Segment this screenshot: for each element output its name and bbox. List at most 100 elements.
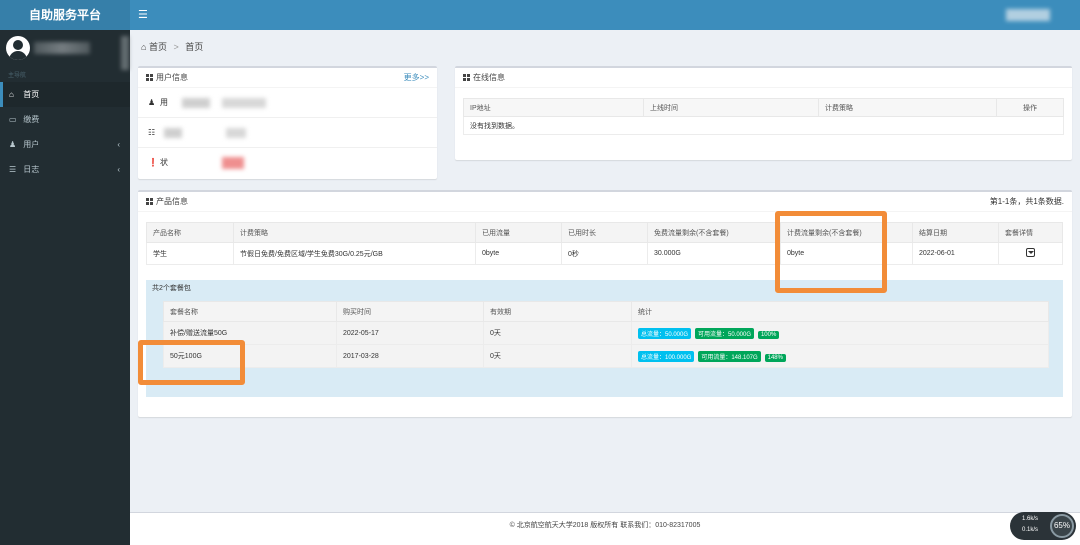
table-cell: 总流量：50.000G 可用流量：50.000G 100% [631,321,1049,345]
breadcrumb-separator: > [173,42,179,52]
highlight-annotation [138,340,245,385]
sidebar-item-home[interactable]: ⌂ 首页 [0,82,130,107]
package-count: 共2个套餐包 [152,285,191,292]
table-row: 50元100G 2017-03-28 0天 总流量：100.000G 可用流量：… [163,344,1049,368]
footer: © 北京航空航天大学2018 版权所有 联系我们：010-82317005 [130,512,1080,545]
box-title: 用户信息 [156,73,188,82]
app-title[interactable]: 自助服务平台 [0,0,130,30]
online-info-box: 在线信息 IP地址 上线时间 计费策略 操作 没有找到数据。 [455,66,1072,160]
info-icon: ❗ [148,158,158,167]
column-header: 统计 [631,301,1049,322]
column-header[interactable]: 购买时间 [336,301,484,322]
result-summary: 第1-1条，共1条数据. [989,197,1064,206]
sidebar-item-payment[interactable]: ▭ 缴费 [0,107,130,132]
column-header[interactable]: 套餐名称 [163,301,337,322]
table-cell: 2017-03-28 [336,344,484,368]
breadcrumb-home[interactable]: 首页 [149,42,167,52]
chevron-left-icon: ‹ [117,140,120,149]
column-header[interactable]: 有效期 [483,301,632,322]
table-cell: 学生 [146,242,234,265]
column-header: 操作 [996,98,1064,117]
online-table: IP地址 上线时间 计费策略 操作 没有找到数据。 [463,98,1064,135]
column-header[interactable]: 免费流量剩余(不含套餐) [647,222,781,243]
blurred-value [222,98,266,108]
sidebar-item-label: 缴费 [23,115,40,124]
table-cell: 0天 [483,344,632,368]
blurred-username [34,42,90,54]
online-info-header: 在线信息 [455,68,1072,88]
grid-icon [463,74,470,81]
chevron-left-icon: ‹ [117,165,120,174]
blurred-region [121,36,129,70]
sidebar: 自助服务平台 主导航 ⌂ 首页 ▭ 缴费 ♟ 用户 ‹ ☰ 日志 ‹ [0,0,130,545]
column-header[interactable]: 上线时间 [643,98,819,117]
sidebar-section-label: 主导航 [8,73,27,79]
available-traffic-badge: 可用流量：148.107G [698,350,761,362]
product-info-header: 产品信息 第1-1条，共1条数据. [138,192,1072,212]
table-cell [998,242,1063,265]
user-icon: ♟ [148,98,156,107]
list-icon: ☷ [148,128,156,137]
column-header[interactable]: 结算日期 [912,222,999,243]
table-row: 学生 节假日免费/免费区域/学生免费30G/0.25元/GB 0byte 0秒 … [146,242,1063,265]
user-info-row: ♟ 用 [138,88,437,118]
breadcrumb: ⌂ 首页 > 首页 [141,40,203,53]
home-icon: ⌂ [9,90,14,99]
more-link[interactable]: 更多>> [404,68,429,88]
package-table-wrap: 套餐名称 购买时间 有效期 统计 补偿/赠送流量50G 2022-05-17 0… [163,301,1049,368]
column-header[interactable]: 计费策略 [233,222,476,243]
sidebar-item-user[interactable]: ♟ 用户 ‹ [0,132,130,157]
blurred-user-menu[interactable] [1006,9,1050,21]
download-speed: 0.1k/s [1022,527,1039,533]
user-info-row: ☷ [138,118,437,148]
column-header: 套餐详情 [998,222,1063,243]
column-header[interactable]: 产品名称 [146,222,234,243]
grid-icon [146,198,153,205]
avatar[interactable] [6,36,30,60]
expand-details-icon[interactable] [1026,248,1035,257]
box-title: 产品信息 [156,197,188,206]
box-title: 在线信息 [473,73,505,82]
top-navbar: ☰ [130,0,1080,30]
network-speed-widget[interactable]: 1.6k/s 0.1k/s 65% [1010,512,1076,540]
table-cell: 0秒 [561,242,648,265]
user-panel [0,30,130,68]
total-traffic-badge: 总流量：100.000G [638,350,695,362]
available-traffic-badge: 可用流量：50.000G [694,327,755,339]
row-label: 用 [160,98,168,107]
user-info-header: 用户信息 更多>> [138,68,437,88]
sidebar-item-label: 用户 [23,140,40,149]
column-header[interactable]: 计费策略 [818,98,997,117]
upload-speed: 1.6k/s [1022,516,1039,522]
table-cell: 30.000G [647,242,781,265]
package-table: 套餐名称 购买时间 有效期 统计 补偿/赠送流量50G 2022-05-17 0… [163,301,1049,368]
home-icon: ⌂ [141,42,147,52]
menu-toggle-icon[interactable]: ☰ [138,8,148,21]
percent-badge: 100% [757,330,780,339]
table-row: 补偿/赠送流量50G 2022-05-17 0天 总流量：50.000G 可用流… [163,321,1049,345]
table-cell: 2022-05-17 [336,321,484,345]
table-cell: 0天 [483,321,632,345]
empty-message: 没有找到数据。 [463,116,1064,135]
blurred-status [222,157,244,169]
column-header[interactable]: IP地址 [463,98,644,117]
column-header[interactable]: 已用流量 [475,222,562,243]
card-icon: ▭ [9,115,17,124]
row-label: 状 [160,158,168,167]
percent-badge: 148% [764,353,786,362]
blurred-value [164,128,182,138]
sidebar-item-label: 日志 [23,165,40,174]
list-icon: ☰ [9,165,17,174]
product-table: 产品名称 计费策略 已用流量 已用时长 免费流量剩余(不含套餐) 计费流量剩余(… [146,222,1063,265]
blurred-value [226,128,246,138]
table-cell: 2022-06-01 [912,242,999,265]
table-cell: 节假日免费/免费区域/学生免费30G/0.25元/GB [233,242,476,265]
sidebar-item-label: 首页 [23,90,40,99]
user-info-row: ❗ 状 [138,148,437,178]
breadcrumb-current: 首页 [185,42,204,52]
table-cell: 总流量：100.000G 可用流量：148.107G 148% [631,344,1049,368]
column-header[interactable]: 已用时长 [561,222,648,243]
sidebar-item-log[interactable]: ☰ 日志 ‹ [0,157,130,182]
highlight-annotation [775,211,887,293]
grid-icon [146,74,153,81]
